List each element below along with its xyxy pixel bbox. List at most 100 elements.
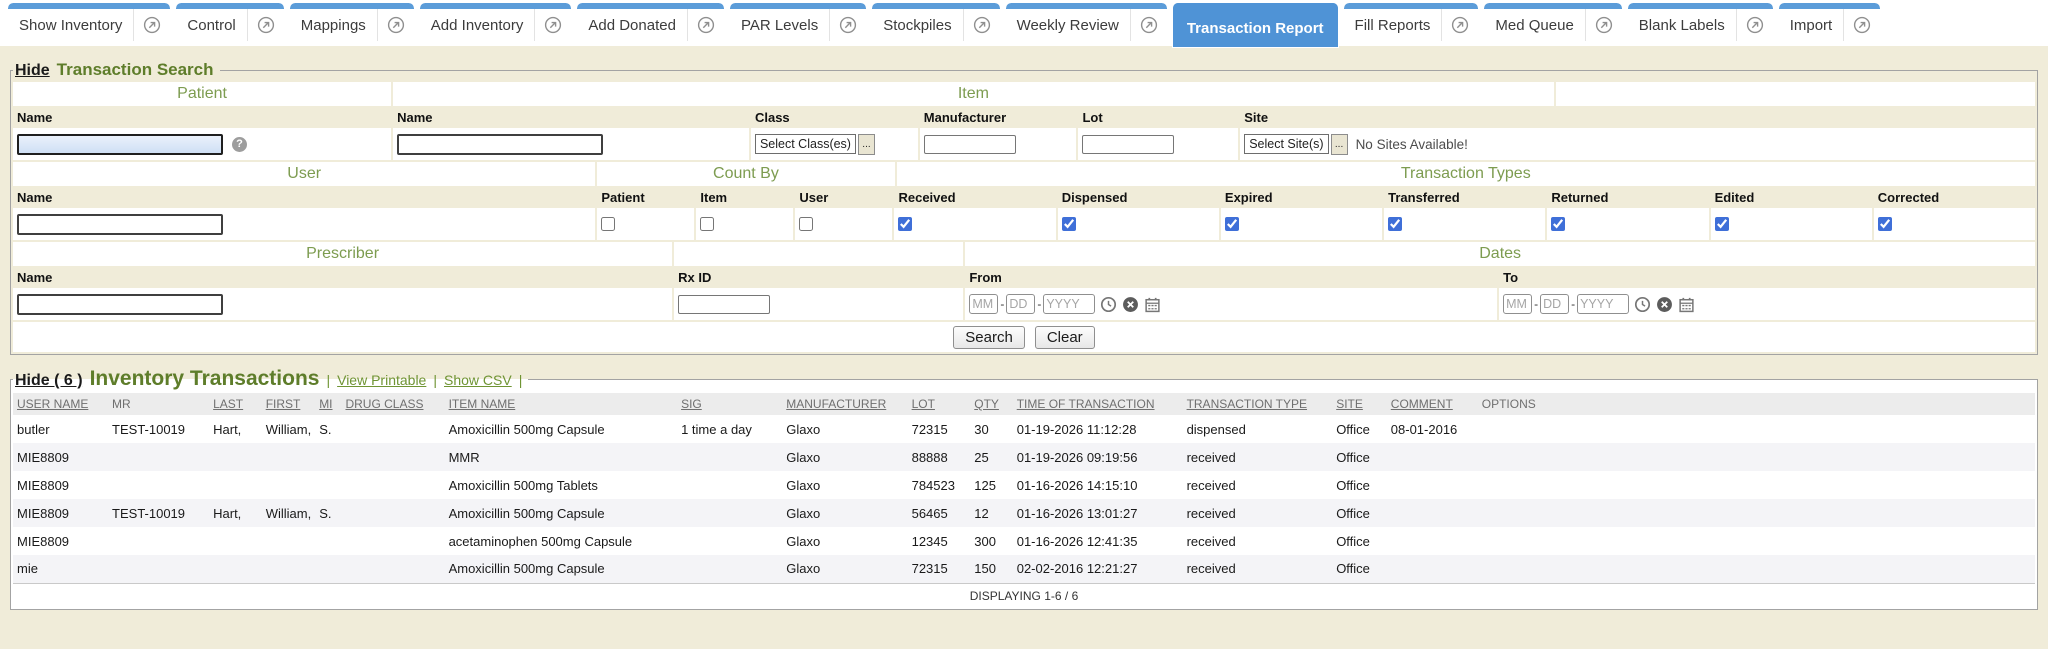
prescriber-name-input[interactable]	[17, 294, 223, 315]
tab-weekly-review[interactable]: Weekly Review	[1006, 3, 1167, 41]
table-cell: Glaxo	[782, 443, 907, 471]
column-header-drug-class[interactable]: DRUG CLASS	[341, 393, 444, 415]
table-cell	[315, 471, 341, 499]
column-header-first[interactable]: FIRST	[262, 393, 316, 415]
to-calendar-icon[interactable]	[1678, 296, 1695, 313]
patient-name-input[interactable]	[17, 134, 223, 155]
column-header-user-name[interactable]: USER NAME	[13, 393, 108, 415]
table-cell: 30	[970, 415, 1012, 443]
open-new-window-icon[interactable]	[963, 9, 1000, 41]
lot-input[interactable]	[1082, 135, 1174, 154]
tab-control[interactable]: Control	[176, 3, 283, 41]
table-cell: 150	[970, 555, 1012, 583]
open-new-window-icon[interactable]	[247, 9, 284, 41]
tab-mappings[interactable]: Mappings	[290, 3, 414, 41]
from-day-input[interactable]	[1006, 294, 1035, 314]
tab-label: Blank Labels	[1628, 17, 1736, 34]
count-by-user-checkbox[interactable]	[799, 217, 813, 231]
type-returned-checkbox[interactable]	[1551, 217, 1565, 231]
table-cell	[1387, 443, 1478, 471]
type-corrected-checkbox[interactable]	[1878, 217, 1892, 231]
transactions-table-body: butlerTEST-10019Hart,William,S.Amoxicill…	[13, 415, 2035, 583]
type-transferred-checkbox[interactable]	[1388, 217, 1402, 231]
tab-label: Transaction Report	[1173, 20, 1338, 37]
type-expired-label: Expired	[1225, 190, 1273, 205]
view-printable-link[interactable]: View Printable	[337, 372, 426, 388]
tab-transaction-report[interactable]: Transaction Report	[1173, 3, 1338, 47]
from-calendar-icon[interactable]	[1144, 296, 1161, 313]
type-edited-checkbox[interactable]	[1715, 217, 1729, 231]
open-new-window-icon[interactable]	[133, 9, 170, 41]
column-header-lot[interactable]: LOT	[908, 393, 971, 415]
count-by-item-checkbox[interactable]	[700, 217, 714, 231]
column-header-time-of-transaction[interactable]: TIME OF TRANSACTION	[1013, 393, 1183, 415]
tab-add-donated[interactable]: Add Donated	[577, 3, 724, 41]
tab-par-levels[interactable]: PAR Levels	[730, 3, 866, 41]
to-month-input[interactable]	[1503, 294, 1532, 314]
column-header-last[interactable]: LAST	[209, 393, 262, 415]
type-dispensed-label: Dispensed	[1062, 190, 1128, 205]
tab-add-inventory[interactable]: Add Inventory	[420, 3, 572, 41]
tab-blank-labels[interactable]: Blank Labels	[1628, 3, 1773, 41]
open-new-window-icon[interactable]	[534, 9, 571, 41]
type-expired-checkbox[interactable]	[1225, 217, 1239, 231]
open-new-window-icon[interactable]	[1585, 9, 1622, 41]
from-year-input[interactable]	[1043, 294, 1095, 314]
site-select[interactable]: Select Site(s) ...	[1244, 134, 1347, 155]
hide-results-link[interactable]: Hide ( 6 )	[15, 372, 83, 390]
tab-show-inventory[interactable]: Show Inventory	[8, 3, 170, 41]
table-cell: Amoxicillin 500mg Capsule	[445, 415, 678, 443]
prescriber-name-label: Name	[17, 270, 52, 285]
column-header-qty[interactable]: QTY	[970, 393, 1012, 415]
rx-id-input[interactable]	[678, 295, 770, 314]
column-header-transaction-type[interactable]: TRANSACTION TYPE	[1183, 393, 1333, 415]
from-month-input[interactable]	[969, 294, 998, 314]
user-name-input[interactable]	[17, 214, 223, 235]
open-new-window-icon[interactable]	[1441, 9, 1478, 41]
site-select-label: Select Site(s)	[1244, 134, 1328, 154]
to-time-icon[interactable]	[1634, 296, 1651, 313]
type-received-checkbox[interactable]	[898, 217, 912, 231]
open-new-window-icon[interactable]	[1736, 9, 1773, 41]
table-cell: TEST-10019	[108, 415, 209, 443]
tab-import[interactable]: Import	[1779, 3, 1881, 41]
table-cell	[1478, 415, 2035, 443]
hide-search-link[interactable]: Hide	[15, 62, 50, 80]
open-new-window-icon[interactable]	[687, 9, 724, 41]
table-cell: 300	[970, 527, 1012, 555]
class-select-ellipsis-button[interactable]: ...	[858, 134, 875, 155]
column-header-site[interactable]: SITE	[1332, 393, 1387, 415]
open-new-window-icon[interactable]	[829, 9, 866, 41]
table-header-row: USER NAMEMRLASTFIRSTMIDRUG CLASSITEM NAM…	[13, 393, 2035, 415]
type-dispensed-checkbox[interactable]	[1062, 217, 1076, 231]
open-new-window-icon[interactable]	[1843, 9, 1880, 41]
column-header-manufacturer[interactable]: MANUFACTURER	[782, 393, 907, 415]
show-csv-link[interactable]: Show CSV	[444, 372, 512, 388]
table-cell	[209, 527, 262, 555]
tab-stockpiles[interactable]: Stockpiles	[872, 3, 999, 41]
tab-fill-reports[interactable]: Fill Reports	[1344, 3, 1479, 41]
column-header-sig[interactable]: SIG	[677, 393, 782, 415]
to-year-input[interactable]	[1577, 294, 1629, 314]
to-day-input[interactable]	[1540, 294, 1569, 314]
clear-button[interactable]: Clear	[1035, 326, 1095, 349]
column-header-mi[interactable]: MI	[315, 393, 341, 415]
to-clear-icon[interactable]	[1656, 296, 1673, 313]
from-clear-icon[interactable]	[1122, 296, 1139, 313]
open-new-window-icon[interactable]	[377, 9, 414, 41]
count-by-patient-checkbox[interactable]	[601, 217, 615, 231]
open-new-window-icon[interactable]	[1130, 9, 1167, 41]
site-select-ellipsis-button[interactable]: ...	[1331, 134, 1348, 155]
help-icon[interactable]: ?	[232, 137, 247, 152]
tab-med-queue[interactable]: Med Queue	[1484, 3, 1621, 41]
column-header-comment[interactable]: COMMENT	[1387, 393, 1478, 415]
column-header-item-name[interactable]: ITEM NAME	[445, 393, 678, 415]
table-cell	[315, 527, 341, 555]
section-title-item: Item	[958, 85, 989, 103]
manufacturer-input[interactable]	[924, 135, 1016, 154]
item-name-input[interactable]	[397, 134, 603, 155]
search-button[interactable]: Search	[953, 326, 1025, 349]
from-time-icon[interactable]	[1100, 296, 1117, 313]
class-select[interactable]: Select Class(es) ...	[755, 134, 875, 155]
table-cell	[1387, 555, 1478, 583]
